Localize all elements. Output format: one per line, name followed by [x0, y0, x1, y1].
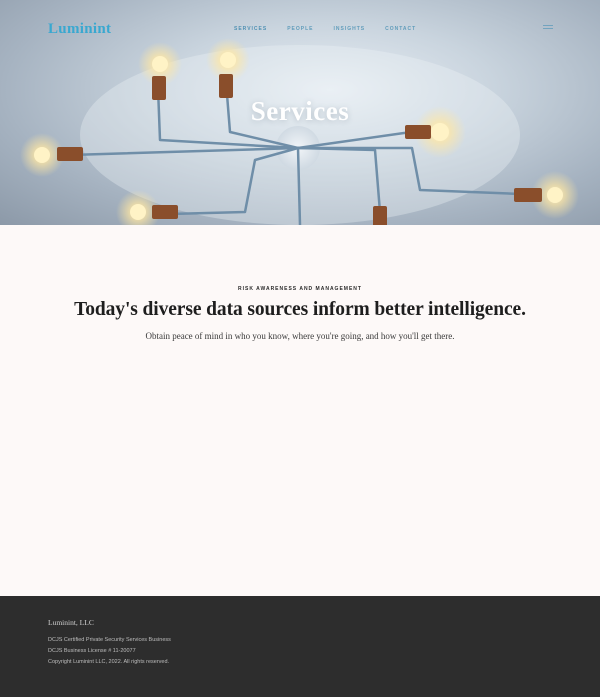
menu-icon[interactable] [543, 25, 553, 33]
hero-banner: Luminint Services People Insights Contac… [0, 0, 600, 225]
nav-link-services[interactable]: Services [234, 26, 267, 32]
section-headline: Today's diverse data sources inform bett… [74, 299, 526, 320]
footer-certification: DCJS Certified Private Security Services… [48, 637, 171, 643]
nav-link-contact[interactable]: Contact [385, 26, 416, 32]
section-eyebrow: Risk Awareness and Management [238, 286, 362, 292]
main-content: Risk Awareness and Management Today's di… [0, 225, 600, 596]
footer-license: DCJS Business License # 11-20077 [48, 648, 136, 654]
menu-icon-bar [543, 25, 553, 26]
section-subheadline: Obtain peace of mind in who you know, wh… [145, 331, 455, 341]
site-logo[interactable]: Luminint [48, 21, 111, 38]
main-nav: Services People Insights Contact [234, 26, 436, 32]
page-title: Services [250, 96, 350, 126]
menu-icon-bar [543, 28, 553, 29]
nav-link-people[interactable]: People [287, 26, 313, 32]
footer-copyright: Copyright Luminint LLC, 2022. All rights… [48, 659, 170, 665]
site-footer: Luminint, LLC DCJS Certified Private Sec… [0, 596, 600, 697]
nav-link-insights[interactable]: Insights [334, 26, 366, 32]
top-navigation-bar: Luminint Services People Insights Contac… [0, 0, 600, 60]
footer-brand-name: Luminint, LLC [48, 618, 94, 627]
